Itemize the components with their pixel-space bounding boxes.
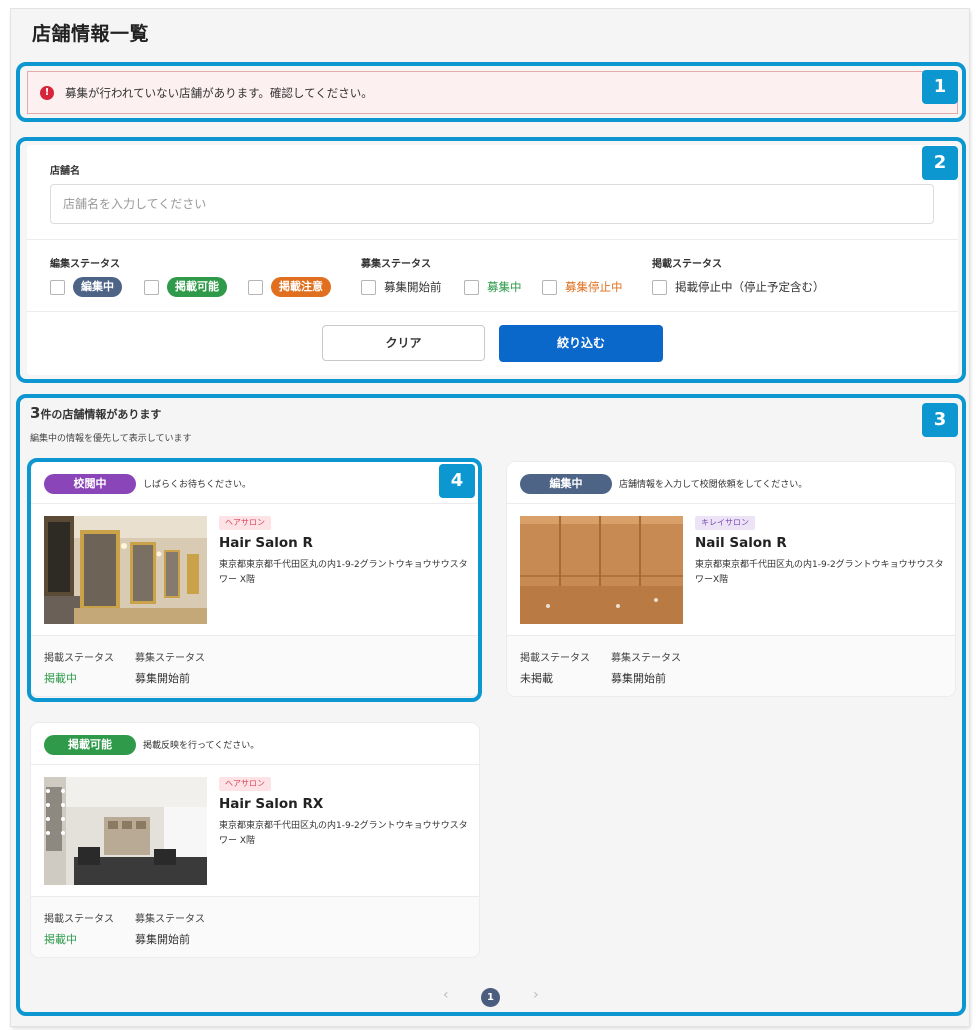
callout-badge-2: 2 <box>922 146 958 180</box>
callout-badge-1: 1 <box>922 70 958 104</box>
callout-badge-4: 4 <box>439 464 475 498</box>
page-title: 店舗情報一覧 <box>32 23 150 45</box>
callout-frame-2 <box>16 137 966 383</box>
callout-frame-4 <box>27 458 482 702</box>
callout-badge-3: 3 <box>922 403 958 437</box>
callout-frame-1 <box>16 62 966 122</box>
